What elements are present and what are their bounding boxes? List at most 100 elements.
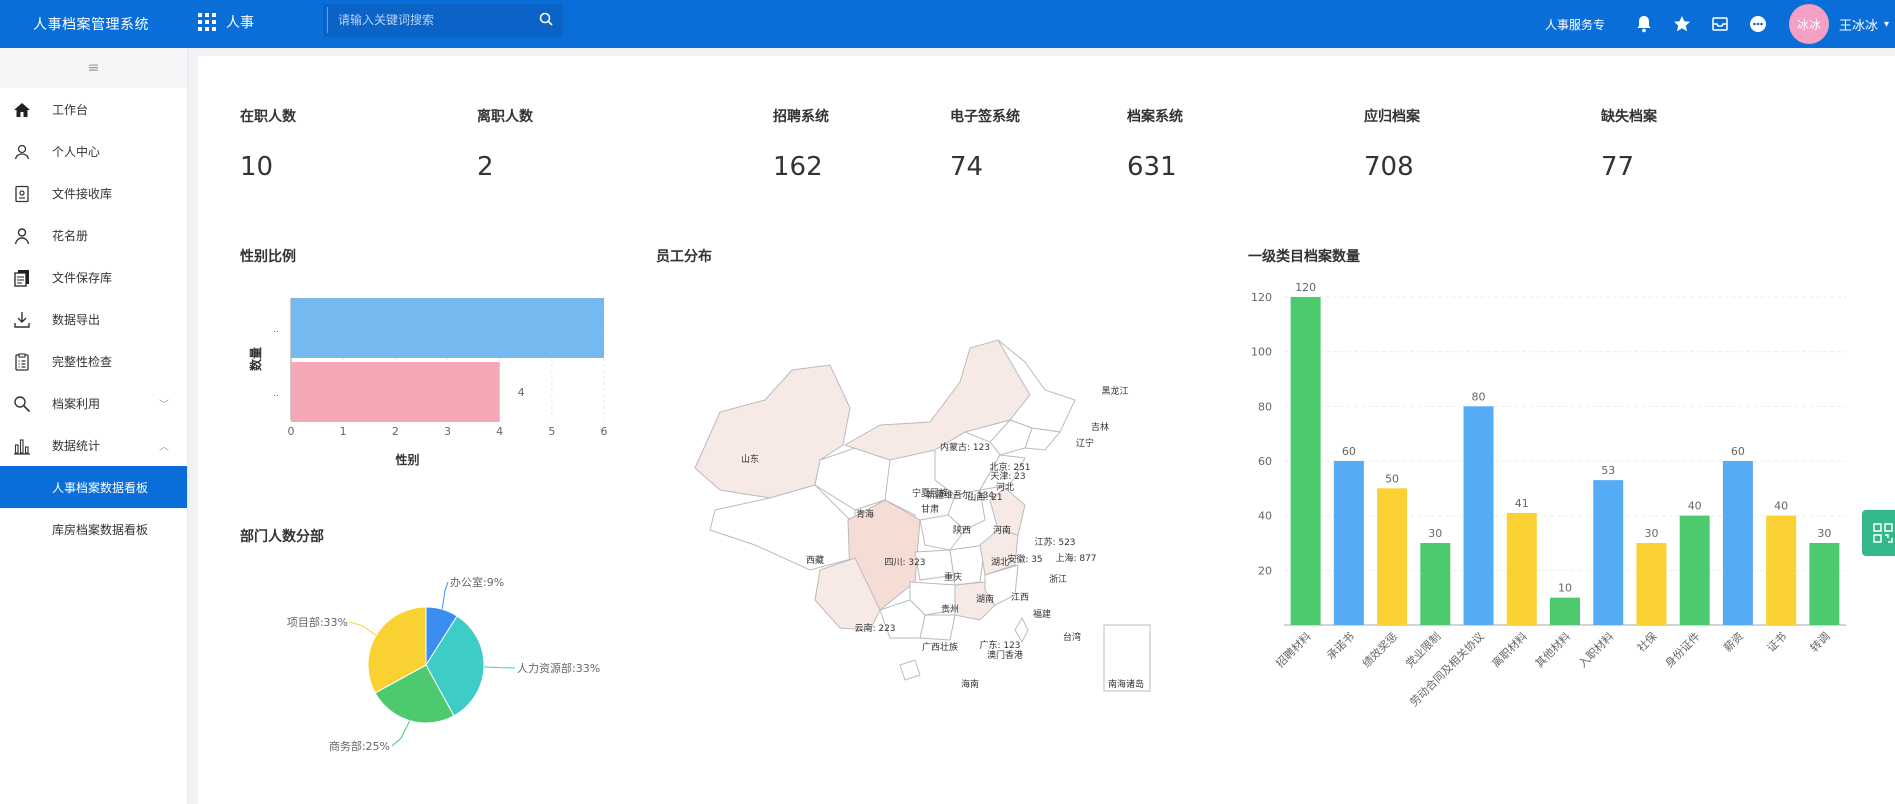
sidebar-item-label: 库房档案数据看板 (52, 522, 149, 537)
sidebar-item-label: 花名册 (52, 228, 89, 243)
stat-card: 档案系统 631 (1127, 106, 1183, 182)
y-tick-label: 60 (1258, 455, 1272, 468)
sidebar-item-2[interactable]: 文件接收库 (0, 172, 187, 214)
x-tick-label: 4 (496, 425, 503, 438)
category-bar-chart: 20 40 60 80 100 120 120 招聘材料 60 承诺书 50 绩效奖惩 30 党业限制 80… (1251, 281, 1846, 709)
star-icon[interactable] (1663, 15, 1701, 33)
x-tick-label: 2 (392, 425, 399, 438)
sidebar-item-label: 工作台 (52, 102, 89, 117)
y-tick-label: 100 (1251, 346, 1272, 359)
chevron-down-icon[interactable]: ▾ (1884, 19, 1889, 30)
map-label: 安徽: 35 (1007, 553, 1042, 565)
chevron-up-icon: ︿ (159, 441, 169, 453)
roster-icon (12, 227, 32, 245)
category-title: 一级类目档案数量 (1248, 249, 1360, 265)
search-input[interactable] (327, 7, 527, 33)
qr-float-button[interactable] (1862, 510, 1895, 556)
search-box (323, 4, 563, 37)
stat-label: 档案系统 (1127, 109, 1183, 125)
home-icon (12, 101, 32, 119)
map-label: 贵州 (941, 603, 959, 615)
stat-label: 应归档案 (1364, 109, 1420, 125)
gender-bar-chart: 0 1 2 3 4 5 6.... 4 性别 数量 (248, 298, 608, 467)
stat-label: 电子签系统 (950, 109, 1020, 125)
map-province (709, 484, 856, 571)
stat-card: 缺失档案 77 (1601, 106, 1657, 182)
map-label: 广东: 123 (979, 639, 1020, 651)
data-label: 30 (1817, 527, 1831, 540)
stat-label: 离职人数 (477, 109, 533, 125)
data-label: 10 (1558, 582, 1572, 595)
avatar[interactable]: 冰冰 (1788, 4, 1829, 44)
stat-label: 在职人数 (240, 109, 296, 125)
x-tick-label: 1 (340, 425, 347, 438)
dept-title: 部门人数分部 (240, 529, 324, 545)
x-tick-label: 党业限制 (1403, 630, 1443, 670)
map-label: 河南 (993, 524, 1011, 536)
x-tick-label: 其他材料 (1532, 629, 1573, 670)
stat-label: 招聘系统 (773, 109, 829, 125)
data-label: 80 (1472, 390, 1486, 403)
x-tick-label: 3 (444, 425, 451, 438)
pie-label: 项目部:33% (287, 615, 348, 629)
sidebar-item-label: 个人中心 (52, 144, 101, 159)
bar (291, 362, 500, 422)
leader-line (391, 720, 411, 747)
map-label: 河北 (996, 481, 1014, 493)
sidebar-item-8[interactable]: 数据统计 ︿ (0, 424, 187, 466)
stat-value: 10 (240, 152, 274, 182)
y-tick-label: 20 (1258, 564, 1272, 577)
map-label: 黑龙江 (1101, 385, 1128, 397)
sidebar-item-label: 文件保存库 (52, 270, 113, 285)
bar (291, 298, 604, 358)
user-name[interactable]: 王冰冰 (1839, 15, 1878, 34)
map-label: 南海诸岛 (1108, 678, 1144, 690)
stat-value: 631 (1127, 152, 1177, 182)
map-label: 澳门香港 (987, 649, 1023, 661)
data-label: 40 (1688, 500, 1702, 513)
stat-card: 电子签系统 74 (950, 106, 1020, 182)
sidebar-item-7[interactable]: 档案利用 ﹀ (0, 382, 187, 424)
china-map: 黑龙江吉林辽宁内蒙古: 123北京: 251天津: 23河北山西: 21山东新疆… (694, 339, 1151, 692)
map-label: 山东 (741, 453, 759, 465)
sidebar-item-0[interactable]: 工作台 (0, 88, 187, 130)
map-label: 青海 (856, 508, 874, 520)
map-label: 江苏: 523 (1034, 536, 1075, 548)
file-store-icon (12, 269, 32, 287)
bell-icon[interactable] (1625, 15, 1663, 33)
stat-card: 招聘系统 162 (773, 106, 829, 182)
y-tick-label: .. (273, 325, 279, 335)
y-tick-label: 120 (1251, 291, 1272, 304)
dept-pie-chart: 办公室:9% 人力资源部:33% 商务部:25% 项目部:33% (287, 575, 600, 753)
map-label: 吉林 (1091, 421, 1109, 433)
bar (1333, 461, 1364, 625)
map-province (899, 659, 921, 681)
x-tick-label: 社保 (1634, 629, 1659, 654)
service-link[interactable]: 人事服务专 (1545, 16, 1605, 33)
more-icon[interactable] (1739, 15, 1777, 33)
sidebar-item-3[interactable]: 花名册 (0, 214, 187, 256)
app-switcher[interactable]: 人事 (198, 12, 254, 32)
sidebar-collapse-button[interactable]: ≡ (0, 48, 187, 88)
inbox-icon[interactable] (1701, 15, 1739, 33)
map-label: 台湾 (1063, 631, 1081, 643)
header-right: 人事服务专 冰冰 王冰冰 ▾ (1545, 0, 1895, 48)
sidebar-item-1[interactable]: 个人中心 (0, 130, 187, 172)
sidebar-item-4[interactable]: 文件保存库 (0, 256, 187, 298)
sidebar-item-5[interactable]: 数据导出 (0, 298, 187, 340)
qr-code-icon (1873, 523, 1893, 543)
y-axis-label: 数量 (248, 347, 263, 371)
map-label: 重庆 (944, 571, 962, 583)
x-tick-label: 身份证件 (1662, 629, 1703, 670)
download-icon (12, 311, 32, 329)
sidebar-item-6[interactable]: 完整性检查 (0, 340, 187, 382)
bar (1550, 597, 1580, 625)
map-label: 福建 (1033, 608, 1051, 620)
sidebar-item-label: 档案利用 (52, 396, 101, 411)
search-icon[interactable] (539, 12, 553, 26)
leader-line (441, 581, 449, 610)
sidebar-item-9[interactable]: 人事档案数据看板 (0, 466, 187, 508)
sidebar-item-10[interactable]: 库房档案数据看板 (0, 508, 187, 550)
x-tick-label: 绩效奖惩 (1359, 629, 1400, 670)
data-label: 60 (1731, 445, 1745, 458)
